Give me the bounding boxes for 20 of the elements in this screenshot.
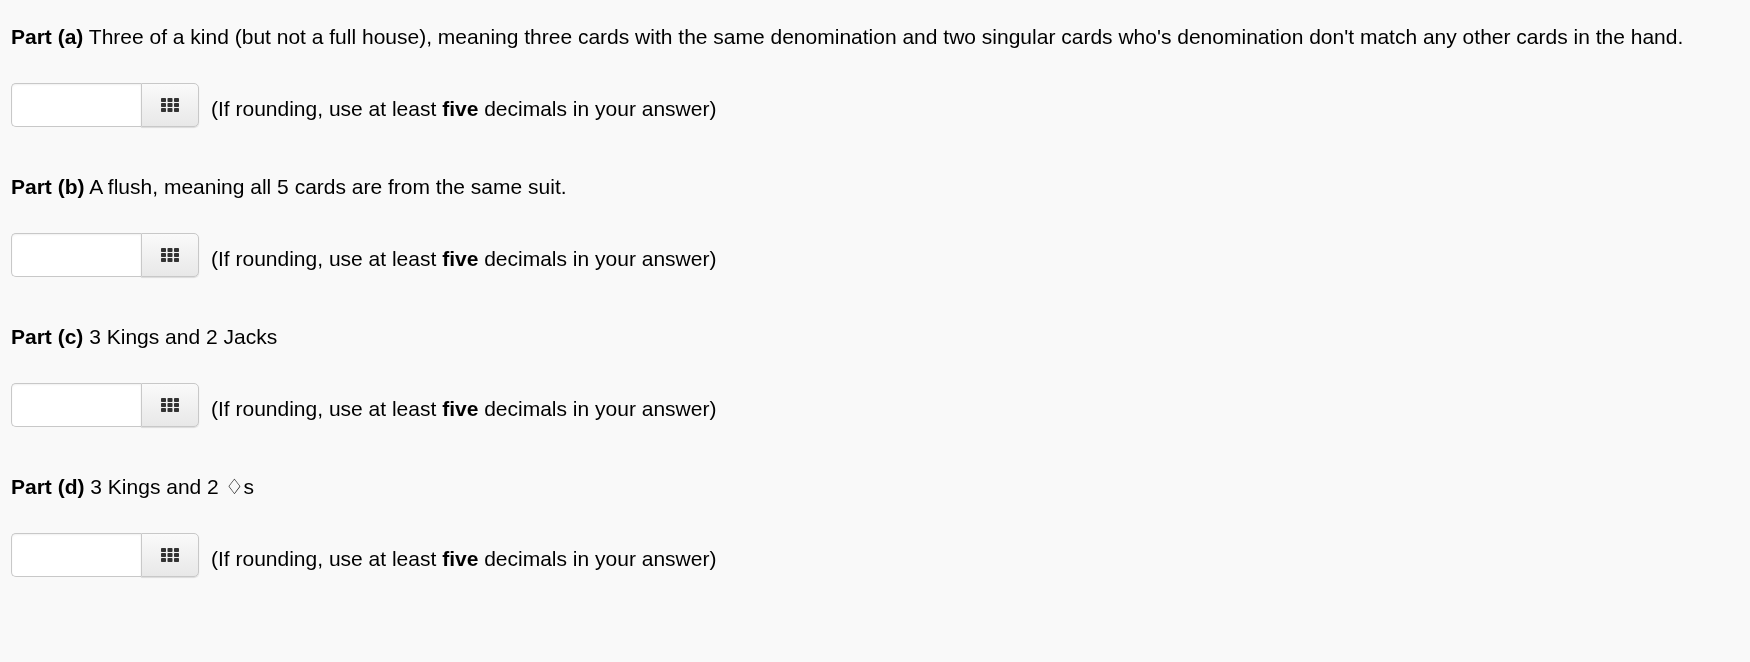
answer-input-field[interactable] (11, 233, 141, 277)
rounding-hint-text: (If rounding, use at least five decimals in your answer) (211, 96, 717, 122)
rounding-hint-text: (If rounding, use at least five decimals in your answer) (211, 396, 717, 422)
question-text: Part (b) A flush, meaning all 5 cards are from the same suit. (11, 174, 568, 200)
answer-input-field[interactable] (11, 533, 141, 577)
grid-icon (161, 98, 179, 112)
keypad-button[interactable] (141, 83, 199, 127)
rounding-hint-text: (If rounding, use at least five decimals in your answer) (211, 246, 717, 272)
question-text: Part (a) Three of a kind (but not a full house), meaning three cards with the same denomination and two singular cards who's denomination don't match any other cards in the hand. (11, 24, 1685, 50)
question-text: Part (c) 3 Kings and 2 Jacks (11, 324, 279, 350)
grid-icon (161, 398, 179, 412)
question-text: Part (d) 3 Kings and 2 ♢s (11, 474, 256, 500)
grid-icon (161, 548, 179, 562)
keypad-button[interactable] (141, 233, 199, 277)
grid-icon (161, 248, 179, 262)
answer-input-field[interactable] (11, 83, 141, 127)
keypad-button[interactable] (141, 383, 199, 427)
keypad-button[interactable] (141, 533, 199, 577)
rounding-hint-text: (If rounding, use at least five decimals in your answer) (211, 546, 717, 572)
answer-input-field[interactable] (11, 383, 141, 427)
